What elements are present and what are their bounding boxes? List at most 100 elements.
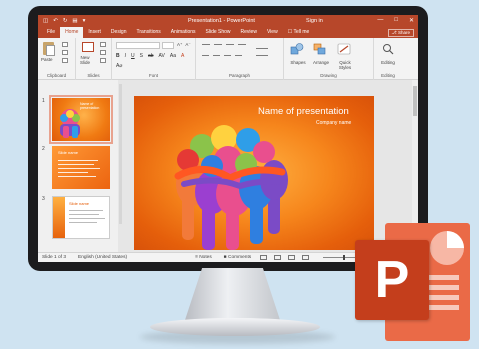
reading-view-icon[interactable] bbox=[288, 255, 296, 260]
arrange-button[interactable]: Arrange bbox=[309, 60, 333, 65]
copy-icon[interactable] bbox=[62, 50, 68, 55]
bold-button[interactable]: B bbox=[116, 53, 120, 59]
justify-icon[interactable] bbox=[235, 55, 242, 56]
section-icon[interactable] bbox=[100, 58, 106, 63]
editing-group-label: Editing bbox=[381, 73, 395, 78]
slide-sorter-icon[interactable] bbox=[274, 255, 282, 260]
find-icon[interactable] bbox=[381, 43, 395, 55]
undo-icon[interactable]: ↶ bbox=[53, 18, 58, 24]
tab-home[interactable]: Home bbox=[60, 27, 84, 38]
logo-bar bbox=[427, 285, 459, 290]
strikethrough-button[interactable]: ab bbox=[148, 53, 154, 59]
text-direction-icon[interactable] bbox=[256, 48, 268, 49]
tab-file[interactable]: File bbox=[42, 27, 60, 38]
thumbnail-slide-1[interactable]: Name of presentation bbox=[49, 95, 113, 144]
monitor-stand-neck bbox=[185, 268, 280, 320]
slide-title[interactable]: Name of presentation bbox=[258, 106, 349, 117]
char-spacing-button[interactable]: AV bbox=[159, 53, 165, 59]
main-slide-canvas[interactable]: Name of presentation Company name bbox=[134, 96, 374, 250]
align-right-icon[interactable] bbox=[224, 55, 231, 56]
increase-indent-icon[interactable] bbox=[238, 44, 246, 45]
slide-scrollbar-thumb[interactable] bbox=[413, 86, 417, 116]
cut-icon[interactable] bbox=[62, 42, 68, 47]
thumbnail-number: 1 bbox=[42, 98, 45, 104]
format-painter-icon[interactable] bbox=[62, 58, 68, 63]
plasticine-figures-image[interactable] bbox=[164, 122, 294, 250]
thumbnail-text-line bbox=[58, 176, 96, 177]
shapes-icon[interactable] bbox=[290, 43, 304, 55]
thumbnail-slide-2[interactable]: Slide name bbox=[52, 146, 110, 189]
tab-review[interactable]: Review bbox=[236, 27, 262, 38]
slides-group: New Slide Slides bbox=[76, 38, 112, 80]
notes-button[interactable]: ≡ Notes bbox=[195, 255, 212, 260]
thumbnail-slide-3[interactable]: Slide name bbox=[52, 196, 110, 239]
view-buttons bbox=[260, 255, 310, 260]
redo-icon[interactable]: ↻ bbox=[63, 18, 68, 24]
monitor-stand-base bbox=[150, 318, 320, 336]
paste-button[interactable]: Paste bbox=[41, 57, 53, 62]
grow-font-icon[interactable]: A⁺ bbox=[177, 42, 182, 48]
reset-icon[interactable] bbox=[100, 50, 106, 55]
italic-button[interactable]: I bbox=[125, 53, 126, 59]
new-slide-button[interactable]: New Slide bbox=[80, 55, 90, 65]
tell-me-search[interactable]: ☐ Tell me bbox=[283, 27, 315, 38]
tab-transitions[interactable]: Transitions bbox=[132, 27, 166, 38]
quick-styles-button[interactable]: Quick Styles bbox=[334, 60, 356, 70]
customize-qat-icon[interactable]: ▾ bbox=[83, 18, 86, 24]
tab-design[interactable]: Design bbox=[106, 27, 132, 38]
language-indicator[interactable]: English (United States) bbox=[78, 255, 127, 260]
font-name-select[interactable] bbox=[116, 42, 160, 49]
arrange-icon[interactable] bbox=[313, 43, 327, 55]
normal-view-icon[interactable] bbox=[260, 255, 268, 260]
sign-in-link[interactable]: Sign in bbox=[306, 18, 323, 24]
slide-subtitle[interactable]: Company name bbox=[316, 120, 351, 126]
thumbnail-pane: 1 Name of presentation 2 Slide name 3 Sl… bbox=[38, 80, 122, 252]
close-button[interactable]: ✕ bbox=[409, 17, 414, 24]
font-color-button[interactable]: A bbox=[181, 53, 184, 59]
tab-animations[interactable]: Animations bbox=[166, 27, 201, 38]
ribbon-tabs: File Home Insert Design Transitions Anim… bbox=[38, 27, 418, 38]
drawing-group: Shapes Arrange Quick Styles Drawing bbox=[284, 38, 374, 80]
shapes-button[interactable]: Shapes bbox=[287, 60, 309, 65]
thumbnail-scrollbar[interactable] bbox=[119, 84, 122, 224]
layout-icon[interactable] bbox=[100, 42, 106, 47]
font-size-select[interactable] bbox=[162, 42, 174, 49]
align-text-icon[interactable] bbox=[256, 55, 268, 56]
thumbnail-text-line bbox=[58, 164, 94, 165]
thumbnail-text-line bbox=[58, 172, 88, 173]
minimize-button[interactable]: — bbox=[377, 17, 383, 24]
clear-format-icon[interactable]: A⌀ bbox=[116, 63, 122, 69]
slideshow-view-icon[interactable] bbox=[302, 255, 310, 260]
align-left-icon[interactable] bbox=[202, 55, 209, 56]
comments-button[interactable]: ■ Comments bbox=[224, 255, 251, 260]
quick-styles-icon[interactable] bbox=[337, 43, 351, 55]
shrink-font-icon[interactable]: A⁻ bbox=[185, 42, 190, 48]
quick-access-toolbar: ◫ ↶ ↻ ▤ ▾ bbox=[38, 18, 85, 24]
thumbnail-number: 2 bbox=[42, 146, 45, 152]
logo-bar bbox=[427, 295, 459, 300]
logo-pie-slice bbox=[447, 231, 464, 248]
decrease-indent-icon[interactable] bbox=[226, 44, 234, 45]
editing-button[interactable]: Editing bbox=[375, 60, 401, 65]
paste-icon[interactable] bbox=[43, 42, 55, 56]
paragraph-group-label: Paragraph bbox=[228, 73, 250, 78]
logo-bar bbox=[427, 305, 459, 310]
tab-insert[interactable]: Insert bbox=[83, 27, 106, 38]
numbering-icon[interactable] bbox=[214, 44, 222, 45]
align-center-icon[interactable] bbox=[213, 55, 220, 56]
logo-bar bbox=[427, 275, 459, 280]
bullets-icon[interactable] bbox=[202, 44, 210, 45]
present-icon[interactable]: ▤ bbox=[72, 18, 77, 24]
maximize-button[interactable]: □ bbox=[394, 17, 398, 24]
font-format-row: B I U S ab AV Aa A bbox=[116, 53, 184, 59]
new-slide-icon[interactable] bbox=[82, 42, 94, 52]
shadow-button[interactable]: S bbox=[140, 53, 143, 59]
change-case-button[interactable]: Aa bbox=[170, 53, 176, 59]
logo-letter: P bbox=[374, 251, 410, 309]
tab-slide-show[interactable]: Slide Show bbox=[201, 27, 236, 38]
underline-button[interactable]: U bbox=[131, 53, 135, 59]
share-button[interactable]: ⎇ Share bbox=[387, 29, 414, 37]
save-icon[interactable]: ◫ bbox=[43, 18, 48, 24]
editing-group: Editing Editing bbox=[374, 38, 402, 80]
tab-view[interactable]: View bbox=[262, 27, 283, 38]
